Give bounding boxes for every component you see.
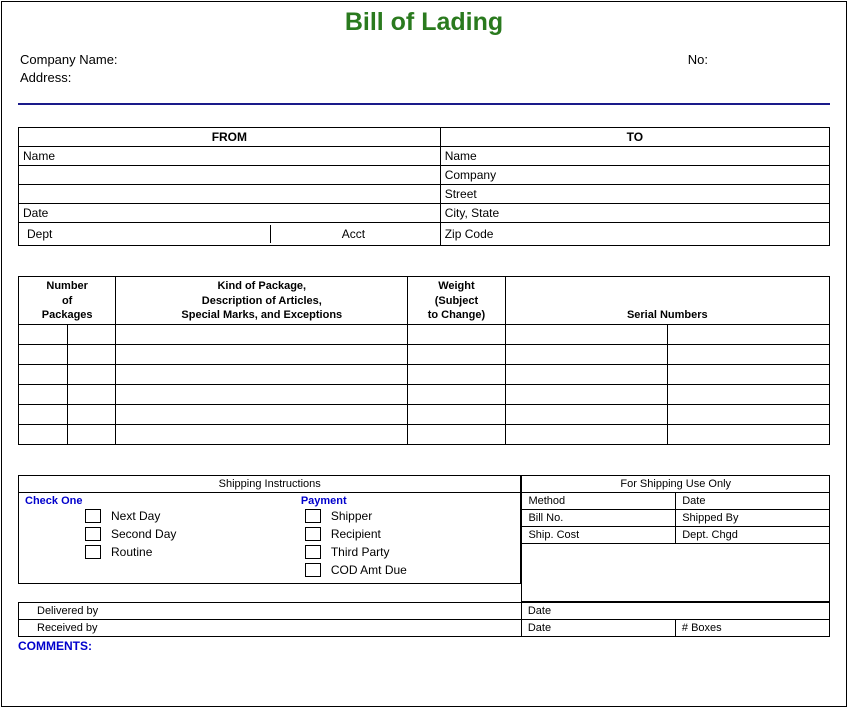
header-row: Company Name: Address: No: <box>18 51 830 87</box>
header-left: Company Name: Address: <box>20 51 118 87</box>
bottom-section: Shipping Instructions Check One Next Day… <box>18 475 830 602</box>
delivery-table: Delivered by Date Received by Date # Box… <box>18 602 830 637</box>
so-date[interactable]: Date <box>676 493 830 510</box>
checkbox-icon[interactable] <box>305 527 321 541</box>
items-header-weight: Weight (Subject to Change) <box>408 277 505 325</box>
received-by[interactable]: Received by <box>19 620 522 637</box>
so-bill-no[interactable]: Bill No. <box>522 510 676 527</box>
to-city-state[interactable]: City, State <box>440 204 829 223</box>
received-date[interactable]: Date <box>521 620 675 637</box>
checkbox-icon[interactable] <box>305 563 321 577</box>
to-zip[interactable]: Zip Code <box>440 223 829 246</box>
option-next-day[interactable]: Next Day <box>85 507 289 525</box>
from-name[interactable]: Name <box>19 147 441 166</box>
from-date[interactable]: Date <box>19 204 441 223</box>
from-header: FROM <box>19 128 441 147</box>
from-blank2[interactable] <box>19 185 441 204</box>
header-divider <box>18 103 830 105</box>
shipping-instructions: Shipping Instructions Check One Next Day… <box>18 475 521 602</box>
to-company[interactable]: Company <box>440 166 829 185</box>
comments-label: COMMENTS: <box>18 639 830 653</box>
from-to-table: FROM TO Name Name Company Street Date Ci… <box>18 127 830 246</box>
check-one-cell: Check One Next Day Second Day Routine <box>19 493 295 584</box>
items-section: Number of Packages Kind of Package, Desc… <box>18 276 830 445</box>
delivered-by[interactable]: Delivered by <box>19 603 522 620</box>
checkbox-icon[interactable] <box>85 545 101 559</box>
items-row[interactable] <box>19 425 830 445</box>
checkbox-icon[interactable] <box>85 509 101 523</box>
page-frame: Bill of Lading Company Name: Address: No… <box>1 1 847 707</box>
pay-third-party[interactable]: Third Party <box>305 543 515 561</box>
from-blank1[interactable] <box>19 166 441 185</box>
items-row[interactable] <box>19 345 830 365</box>
check-one-label: Check One <box>25 495 289 507</box>
items-row[interactable] <box>19 365 830 385</box>
so-method[interactable]: Method <box>522 493 676 510</box>
so-shipped-by[interactable]: Shipped By <box>676 510 830 527</box>
items-header-kind: Kind of Package, Description of Articles… <box>116 277 408 325</box>
to-street[interactable]: Street <box>440 185 829 204</box>
shipping-use-only: For Shipping Use Only MethodDate Bill No… <box>521 475 830 602</box>
no-label: No: <box>688 51 708 69</box>
so-blank[interactable] <box>522 544 830 602</box>
shipping-only-header: For Shipping Use Only <box>522 476 830 493</box>
items-row[interactable] <box>19 325 830 345</box>
from-dept[interactable]: Dept <box>23 225 271 243</box>
from-dept-acct-cell: Dept Acct <box>19 223 441 246</box>
option-second-day[interactable]: Second Day <box>85 525 289 543</box>
pay-cod[interactable]: COD Amt Due <box>305 561 515 579</box>
payment-cell: Payment Shipper Recipient Third Party CO… <box>295 493 521 584</box>
payment-label: Payment <box>301 495 515 507</box>
from-acct[interactable]: Acct <box>271 225 436 243</box>
pay-shipper[interactable]: Shipper <box>305 507 515 525</box>
checkbox-icon[interactable] <box>85 527 101 541</box>
delivered-date[interactable]: Date <box>521 603 829 620</box>
items-header-serial: Serial Numbers <box>505 277 829 325</box>
items-row[interactable] <box>19 405 830 425</box>
checkbox-icon[interactable] <box>305 509 321 523</box>
to-name[interactable]: Name <box>440 147 829 166</box>
address-label: Address: <box>20 69 118 87</box>
shipping-instructions-header: Shipping Instructions <box>19 476 521 493</box>
to-header: TO <box>440 128 829 147</box>
company-name-label: Company Name: <box>20 51 118 69</box>
checkbox-icon[interactable] <box>305 545 321 559</box>
items-row[interactable] <box>19 385 830 405</box>
header-right: No: <box>688 51 828 87</box>
pay-recipient[interactable]: Recipient <box>305 525 515 543</box>
so-dept-chgd[interactable]: Dept. Chgd <box>676 527 830 544</box>
page-title: Bill of Lading <box>18 8 830 37</box>
items-table: Number of Packages Kind of Package, Desc… <box>18 276 830 445</box>
so-ship-cost[interactable]: Ship. Cost <box>522 527 676 544</box>
option-routine[interactable]: Routine <box>85 543 289 561</box>
num-boxes[interactable]: # Boxes <box>675 620 829 637</box>
items-header-number: Number of Packages <box>19 277 116 325</box>
